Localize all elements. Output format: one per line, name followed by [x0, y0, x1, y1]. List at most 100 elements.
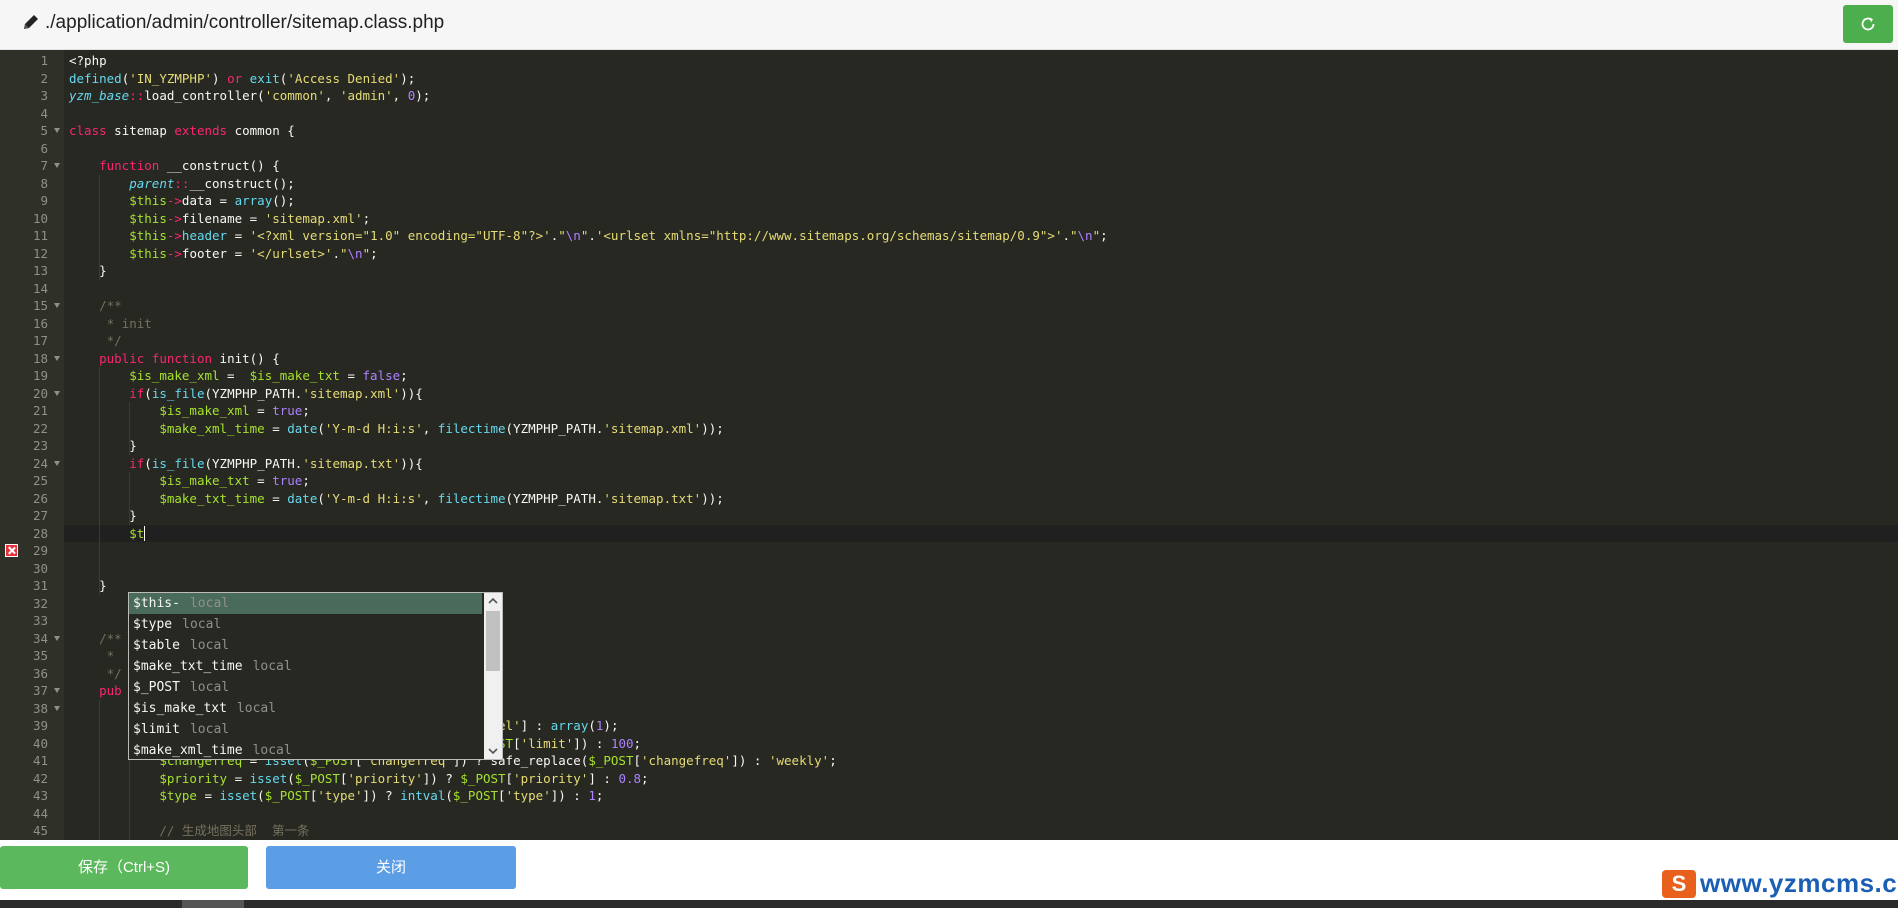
code-token: 'Y-m-d H:i:s'	[324, 490, 423, 506]
line-number: 21	[32, 403, 48, 418]
code-token: ]) :	[573, 735, 611, 751]
code-token: 1	[588, 788, 596, 803]
code-token: }	[69, 438, 137, 453]
autocomplete-meta: local	[252, 743, 292, 758]
code-line: /**	[69, 297, 122, 315]
code-token: 100	[610, 735, 634, 751]
code-token: )){	[400, 455, 423, 471]
gutter-line: 41	[0, 752, 64, 770]
code-token: /**	[99, 298, 122, 313]
autocomplete-item[interactable]: $table local	[129, 635, 482, 656]
code-token: =	[196, 788, 220, 803]
gutter-line: 1	[0, 52, 64, 70]
code-token: date	[287, 490, 318, 506]
code-token: [	[498, 788, 506, 803]
code-token: __construct();	[189, 175, 295, 191]
refresh-button[interactable]	[1843, 5, 1893, 43]
fold-toggle-icon[interactable]	[54, 460, 60, 466]
line-number: 31	[32, 578, 48, 593]
autocomplete-item[interactable]: $make_xml_time local	[129, 740, 482, 759]
fold-toggle-icon[interactable]	[54, 128, 60, 133]
code-token: ;	[362, 210, 371, 226]
code-token: ();	[272, 193, 295, 208]
gutter-line: 38	[0, 700, 64, 718]
fold-toggle-icon[interactable]	[54, 303, 60, 308]
autocomplete-meta: local	[182, 617, 222, 632]
code-token: (	[144, 385, 152, 401]
gutter-line: 32	[0, 595, 64, 613]
code-token: ]) :	[550, 788, 589, 803]
code-token: date	[287, 420, 318, 436]
code-token: [	[633, 753, 642, 768]
save-button[interactable]: 保存（Ctrl+S)	[0, 846, 248, 889]
autocomplete-item[interactable]: $is_make_txt local	[129, 698, 482, 719]
autocomplete-label: $table	[133, 638, 180, 653]
code-token: intval	[400, 788, 446, 803]
gutter-line: 2	[0, 70, 64, 88]
code-editor[interactable]: 1 2 3 4 5 6 7 8 9 10 11 12 13 14 15 16 17 18 19 20 21 22 23 24 2…	[0, 50, 1898, 840]
fold-toggle-icon[interactable]	[54, 163, 60, 168]
autocomplete-label: $make_xml_time	[133, 743, 243, 758]
gutter-line: 39	[0, 717, 64, 735]
gutter-line: 7	[0, 157, 64, 175]
code-token: ;	[1100, 228, 1108, 243]
autocomplete-item[interactable]: $make_txt_time local	[129, 656, 482, 677]
gutter-line: 11	[0, 227, 64, 245]
code-token: ]) ?	[422, 770, 461, 786]
code-line: yzm_base::load_controller('common', 'adm…	[69, 87, 430, 105]
bottom-strip	[0, 900, 1898, 908]
fold-toggle-icon[interactable]	[54, 390, 60, 396]
code-token: $make_xml_time	[159, 420, 265, 436]
autocomplete-scrollbar[interactable]	[484, 593, 502, 759]
gutter-line: 20	[0, 385, 64, 403]
fold-toggle-icon[interactable]	[54, 688, 60, 693]
line-number: 16	[32, 315, 48, 331]
code-token: ));	[701, 420, 724, 436]
code-token: ;	[302, 473, 310, 488]
code-line: parent::__construct();	[69, 175, 295, 193]
line-number: 11	[32, 228, 48, 243]
scroll-down-arrow-icon[interactable]	[484, 743, 502, 759]
line-number: 17	[32, 333, 48, 348]
fold-toggle-icon[interactable]	[54, 635, 60, 641]
autocomplete-item[interactable]: $_POST local	[129, 677, 482, 698]
gutter-line: 8	[0, 175, 64, 193]
autocomplete-item[interactable]: $type local	[129, 614, 482, 635]
gutter-line: 14	[0, 280, 64, 298]
code-token: // 生成地图头部 第一条	[159, 823, 310, 838]
scroll-up-arrow-icon[interactable]	[484, 593, 502, 609]
code-token: ;	[302, 403, 310, 418]
autocomplete-item[interactable]: $this-local	[129, 593, 482, 614]
gutter-line: 42	[0, 770, 64, 788]
close-button[interactable]: 关闭	[266, 846, 516, 889]
code-token: true	[272, 403, 303, 418]
gutter-line: 40	[0, 735, 64, 753]
fold-toggle-icon[interactable]	[54, 355, 60, 361]
fold-toggle-icon[interactable]	[54, 705, 60, 711]
code-token: $type	[159, 788, 197, 803]
autocomplete-item[interactable]: $limit local	[129, 719, 482, 740]
code-token: array	[550, 718, 589, 733]
code-token: (	[257, 788, 265, 803]
gutter-line: 43	[0, 787, 64, 805]
code-token: [	[513, 735, 521, 751]
code-token: );	[400, 70, 416, 86]
autocomplete-popup[interactable]: $make_xml_time local $limit local $is_make_t…	[128, 592, 503, 760]
error-marker-icon[interactable]	[5, 544, 18, 557]
code-line: $is_make_xml = true;	[69, 402, 310, 420]
gutter-line: 28	[0, 525, 64, 543]
gutter-line: 19	[0, 367, 64, 385]
code-token: ]) :	[731, 753, 769, 768]
line-number-gutter: 1 2 3 4 5 6 7 8 9 10 11 12 13 14 15 16 17 18 19 20 21 22 23 24 2…	[0, 50, 64, 840]
scroll-thumb[interactable]	[486, 611, 500, 671]
code-token: ]) ?	[362, 788, 401, 803]
code-line: $is_make_txt = true;	[69, 472, 310, 490]
text-cursor	[144, 525, 146, 541]
